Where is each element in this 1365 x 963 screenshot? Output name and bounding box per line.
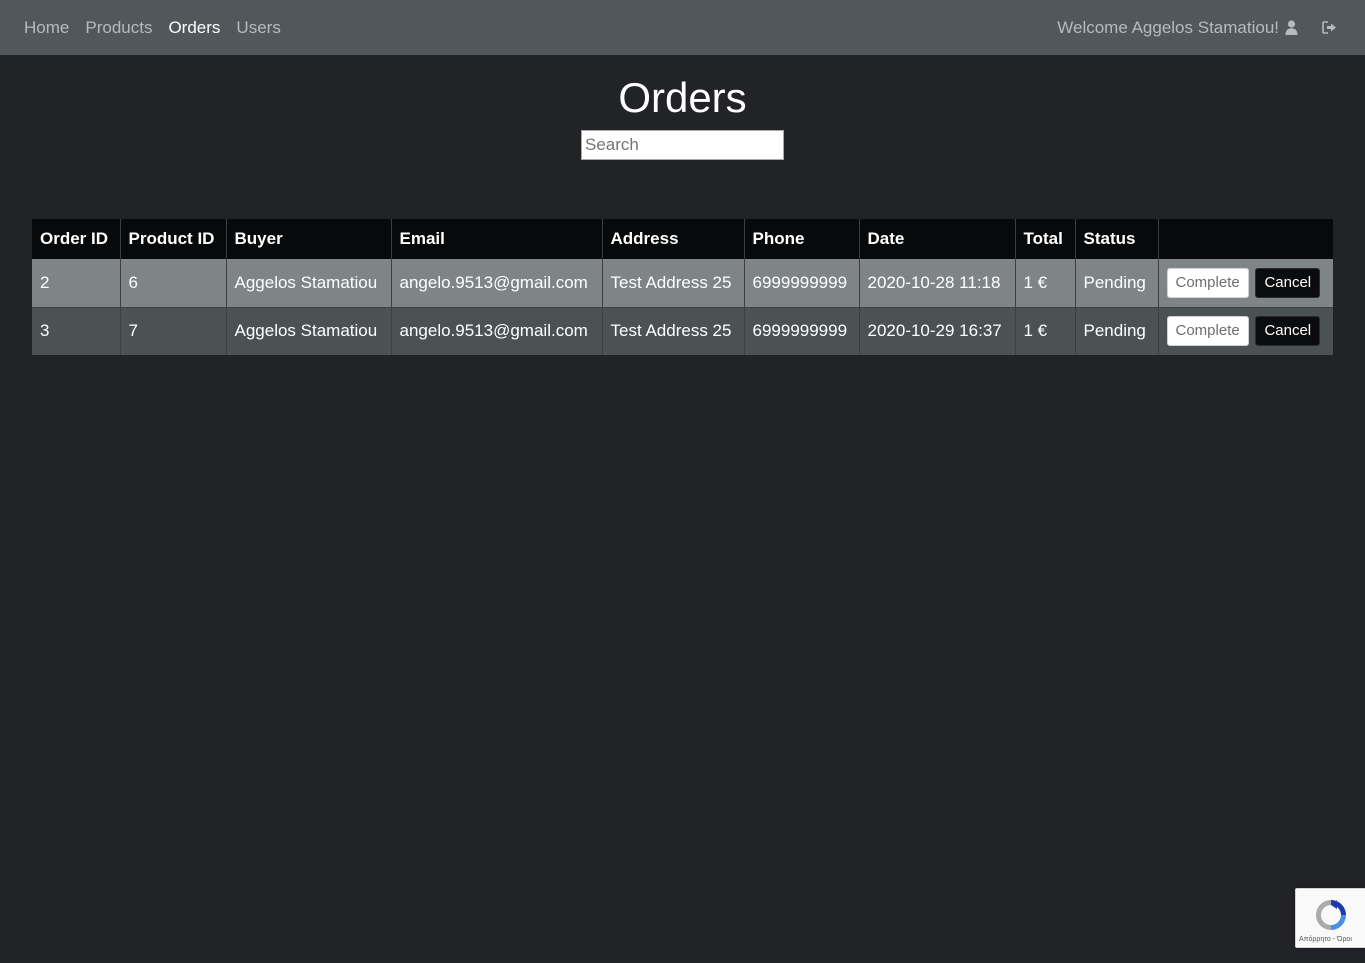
recaptcha-icon (1313, 897, 1349, 938)
header-address: Address (601, 219, 744, 259)
cell-date: 2020-10-29 16:37 (858, 306, 1015, 355)
cell-order-id: 3 (32, 306, 120, 355)
cell-status: Pending (1074, 259, 1158, 307)
cell-total: 1 € (1014, 306, 1075, 355)
cell-order-id: 2 (32, 259, 120, 307)
header-status: Status (1074, 219, 1158, 259)
search-input[interactable] (581, 130, 784, 160)
header-phone: Phone (743, 219, 859, 259)
cell-product-id: 6 (119, 259, 226, 307)
welcome-text: Welcome Aggelos Stamatiou! (1057, 17, 1279, 37)
page-title: Orders (618, 74, 747, 121)
nav-link-home[interactable]: Home (24, 18, 69, 38)
complete-button[interactable]: Complete (1166, 267, 1249, 298)
header-order-id: Order ID (32, 219, 120, 259)
table-row: 3 7 Aggelos Stamatiou angelo.9513@gmail.… (32, 306, 1333, 355)
cancel-button[interactable]: Cancel (1255, 316, 1321, 347)
cell-email: angelo.9513@gmail.com (390, 306, 602, 355)
cell-product-id: 7 (119, 306, 226, 355)
cell-email: angelo.9513@gmail.com (390, 259, 602, 307)
recaptcha-badge[interactable]: Απόρρητο - Όροι (1295, 888, 1365, 948)
cell-buyer: Aggelos Stamatiou (225, 306, 391, 355)
nav-link-orders[interactable]: Orders (168, 18, 220, 38)
cell-phone: 6999999999 (743, 259, 859, 307)
user-icon (1285, 20, 1298, 35)
nav-link-users[interactable]: Users (236, 18, 280, 38)
header-email: Email (390, 219, 602, 259)
navbar: Home Products Orders Users Welcome Aggel… (0, 0, 1365, 55)
complete-button[interactable]: Complete (1166, 316, 1249, 347)
header-date: Date (858, 219, 1015, 259)
header-total: Total (1014, 219, 1075, 259)
nav-links: Home Products Orders Users (24, 0, 297, 55)
cell-total: 1 € (1014, 259, 1075, 307)
cell-actions: Complete Cancel (1157, 306, 1333, 355)
recaptcha-text[interactable]: Απόρρητο - Όροι (1299, 936, 1352, 943)
table-header-row: Order ID Product ID Buyer Email Address … (32, 219, 1333, 259)
header-actions (1157, 219, 1333, 259)
cell-actions: Complete Cancel (1157, 259, 1333, 307)
cell-date: 2020-10-28 11:18 (858, 259, 1015, 307)
header-product-id: Product ID (119, 219, 226, 259)
header-buyer: Buyer (225, 219, 391, 259)
table-row: 2 6 Aggelos Stamatiou angelo.9513@gmail.… (32, 259, 1333, 307)
cell-status: Pending (1074, 306, 1158, 355)
cell-buyer: Aggelos Stamatiou (225, 259, 391, 307)
nav-right: Welcome Aggelos Stamatiou! (1057, 0, 1337, 55)
welcome-link[interactable]: Welcome Aggelos Stamatiou! (1057, 18, 1298, 38)
nav-link-products[interactable]: Products (85, 18, 152, 38)
orders-table: Order ID Product ID Buyer Email Address … (32, 219, 1333, 355)
cancel-button[interactable]: Cancel (1255, 267, 1321, 298)
cell-address: Test Address 25 (601, 259, 744, 307)
sign-out-icon[interactable] (1322, 21, 1337, 34)
cell-address: Test Address 25 (601, 306, 744, 355)
cell-phone: 6999999999 (743, 306, 859, 355)
